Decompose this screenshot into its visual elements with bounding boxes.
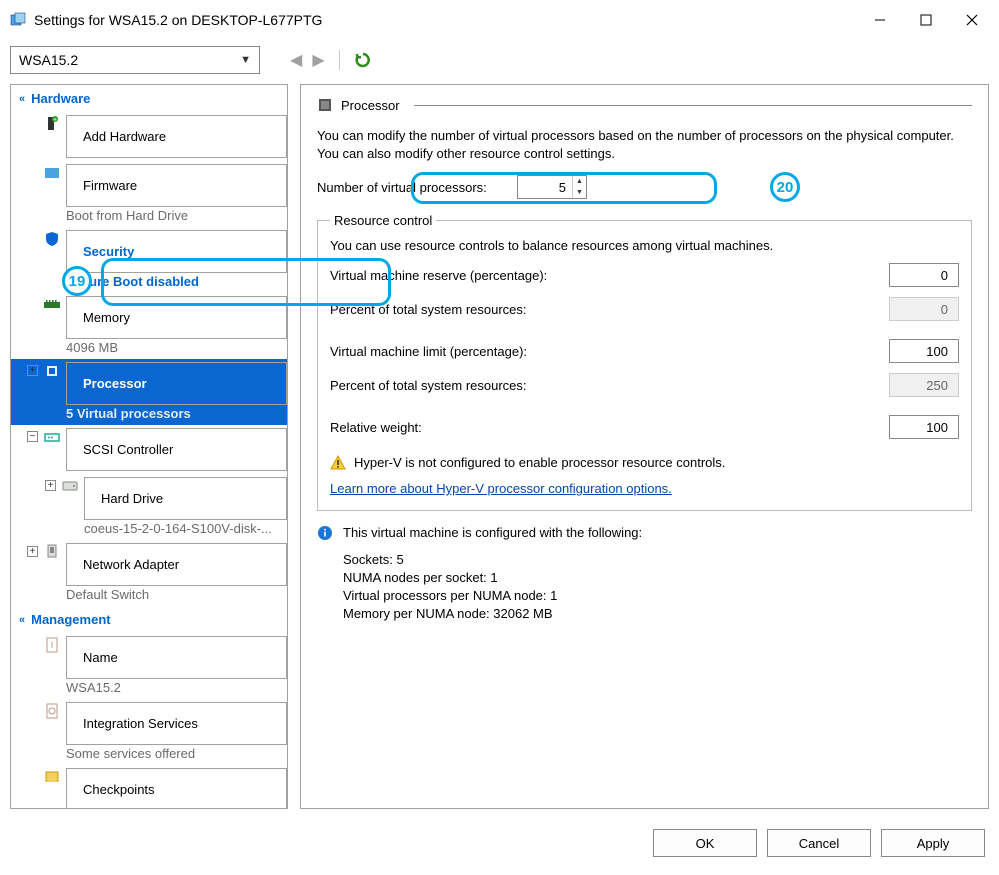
disk-icon: [62, 478, 78, 494]
hardware-section[interactable]: « Hardware: [11, 85, 287, 112]
spin-up-button[interactable]: ▲: [573, 176, 586, 187]
warning-icon: [330, 455, 346, 471]
tree-item-hard-drive[interactable]: + Hard Drivecoeus-15-2-0-164-S100V-disk-…: [11, 474, 287, 540]
svg-text:+: +: [53, 118, 57, 124]
num-vp-label: Number of virtual processors:: [317, 180, 517, 195]
expand-icon[interactable]: +: [27, 365, 38, 376]
shield-icon: [44, 231, 60, 247]
name-icon: I: [44, 637, 60, 653]
tree-item-name[interactable]: I NameWSA15.2: [11, 633, 287, 699]
network-icon: [44, 544, 60, 560]
learn-more-link[interactable]: Learn more about Hyper-V processor confi…: [330, 481, 672, 496]
collapse-icon: «: [19, 614, 25, 626]
expand-icon[interactable]: +: [27, 546, 38, 557]
resource-control-group: Resource control You can use resource co…: [317, 213, 972, 511]
collapse-icon[interactable]: −: [27, 431, 38, 442]
tree-item-memory[interactable]: Memory4096 MB: [11, 293, 287, 359]
close-button[interactable]: [949, 4, 995, 36]
rel-weight-input[interactable]: [889, 415, 959, 439]
separator: [339, 50, 340, 70]
tree-item-network[interactable]: + Network AdapterDefault Switch: [11, 540, 287, 606]
settings-icon: [10, 12, 26, 28]
cancel-button[interactable]: Cancel: [767, 829, 871, 857]
processor-icon: [317, 97, 333, 113]
firmware-icon: [44, 165, 60, 181]
num-vp-spinner[interactable]: ▲ ▼: [517, 175, 587, 199]
nav-back-button[interactable]: ◀: [290, 50, 302, 70]
controller-icon: [44, 429, 60, 445]
refresh-button[interactable]: [354, 51, 372, 69]
warning-text: Hyper-V is not configured to enable proc…: [354, 455, 725, 470]
checkpoints-icon: [44, 769, 60, 785]
rc-legend: Resource control: [330, 213, 436, 228]
spin-down-button[interactable]: ▼: [573, 187, 586, 198]
tree-item-scsi[interactable]: − SCSI Controller: [11, 425, 287, 474]
vm-limit-label: Virtual machine limit (percentage):: [330, 344, 889, 359]
window-title: Settings for WSA15.2 on DESKTOP-L677PTG: [34, 12, 857, 28]
pct-reserve-readonly: [889, 297, 959, 321]
pct-limit-label: Percent of total system resources:: [330, 378, 889, 393]
chevron-down-icon: ▼: [240, 54, 251, 66]
pct-reserve-label: Percent of total system resources:: [330, 302, 889, 317]
tree-item-integration[interactable]: Integration ServicesSome services offere…: [11, 699, 287, 765]
apply-button[interactable]: Apply: [881, 829, 985, 857]
rc-description: You can use resource controls to balance…: [330, 238, 959, 253]
vm-selector-value: WSA15.2: [19, 52, 78, 68]
tree-item-add-hardware[interactable]: + Add Hardware: [11, 112, 287, 161]
minimize-button[interactable]: [857, 4, 903, 36]
integration-icon: [44, 703, 60, 719]
collapse-icon: «: [19, 93, 25, 105]
vm-selector[interactable]: WSA15.2 ▼: [10, 46, 260, 74]
vm-limit-input[interactable]: [889, 339, 959, 363]
panel-title: Processor: [341, 98, 406, 113]
vm-reserve-label: Virtual machine reserve (percentage):: [330, 268, 889, 283]
panel-description: You can modify the number of virtual pro…: [317, 127, 972, 163]
tree-item-processor[interactable]: + Processor5 Virtual processors: [11, 359, 287, 425]
tree-item-security[interactable]: SecuritySecure Boot disabled: [11, 227, 287, 293]
tree-item-checkpoints[interactable]: CheckpointsStandard: [11, 765, 287, 809]
rel-weight-label: Relative weight:: [330, 420, 889, 435]
management-section[interactable]: « Management: [11, 606, 287, 633]
add-hardware-icon: +: [44, 116, 60, 132]
memory-icon: [44, 297, 60, 313]
processor-panel: Processor You can modify the number of v…: [300, 84, 989, 809]
processor-icon: [44, 363, 60, 379]
ok-button[interactable]: OK: [653, 829, 757, 857]
maximize-button[interactable]: [903, 4, 949, 36]
tree-item-firmware[interactable]: FirmwareBoot from Hard Drive: [11, 161, 287, 227]
info-details: Sockets: 5 NUMA nodes per socket: 1 Virt…: [343, 551, 972, 623]
pct-limit-readonly: [889, 373, 959, 397]
info-text: This virtual machine is configured with …: [343, 525, 642, 540]
vm-reserve-input[interactable]: [889, 263, 959, 287]
info-icon: [317, 525, 333, 541]
settings-tree: « Hardware + Add Hardware FirmwareBoot f…: [10, 84, 288, 809]
nav-forward-button[interactable]: ▶: [312, 50, 324, 70]
svg-text:I: I: [51, 640, 54, 650]
titlebar: Settings for WSA15.2 on DESKTOP-L677PTG: [0, 0, 999, 40]
num-vp-input[interactable]: [518, 176, 572, 198]
expand-icon[interactable]: +: [45, 480, 56, 491]
